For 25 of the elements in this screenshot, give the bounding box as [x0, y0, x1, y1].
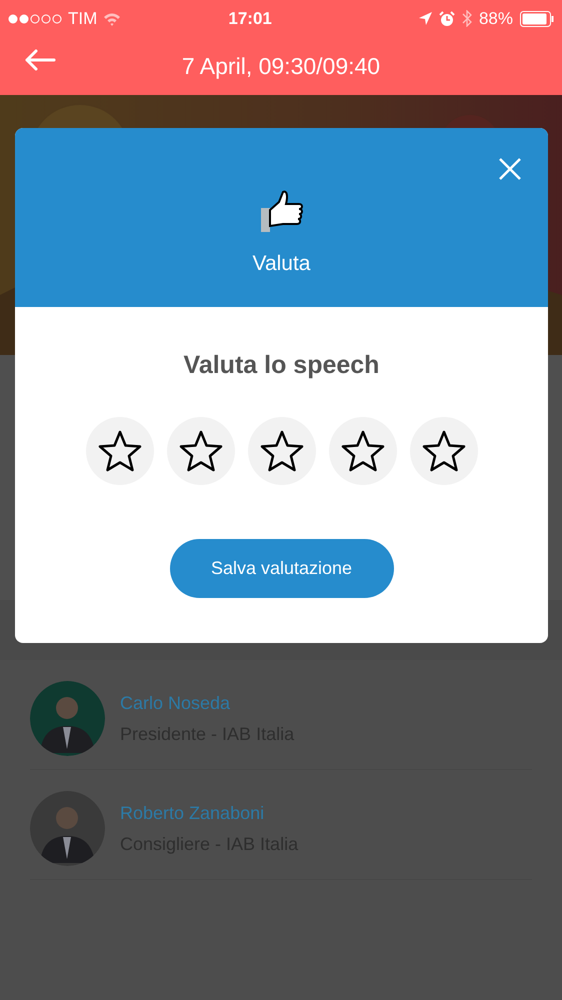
star-icon: [260, 430, 304, 472]
dialog-heading: Valuta lo speech: [184, 350, 380, 381]
thumbs-up-icon: [258, 190, 304, 234]
close-icon: [499, 158, 521, 180]
clock-time: 17:01: [228, 8, 273, 30]
signal-icon: [8, 12, 62, 24]
star-icon: [98, 430, 142, 472]
back-arrow-icon: [24, 49, 56, 71]
close-button[interactable]: [499, 158, 521, 180]
back-button[interactable]: [24, 49, 56, 71]
star-icon: [340, 430, 384, 472]
star-icon: [422, 430, 466, 472]
carrier-name: TIM: [68, 8, 98, 30]
alarm-clock-icon: [438, 10, 455, 26]
location-arrow-icon: [418, 12, 432, 25]
screen-title: 7 April, 09:30/09:40: [182, 52, 380, 79]
battery-percentage: 88%: [478, 8, 513, 30]
star-icon: [178, 430, 222, 472]
dialog-title: Valuta: [252, 251, 310, 277]
speaker-name[interactable]: Roberto Zanaboni: [120, 800, 298, 826]
battery-icon: [520, 10, 554, 26]
speaker-name[interactable]: Carlo Noseda: [120, 690, 294, 716]
save-rating-button[interactable]: Salva valutazione: [170, 538, 394, 598]
bluetooth-icon: [462, 10, 472, 27]
wifi-icon: [103, 12, 122, 26]
